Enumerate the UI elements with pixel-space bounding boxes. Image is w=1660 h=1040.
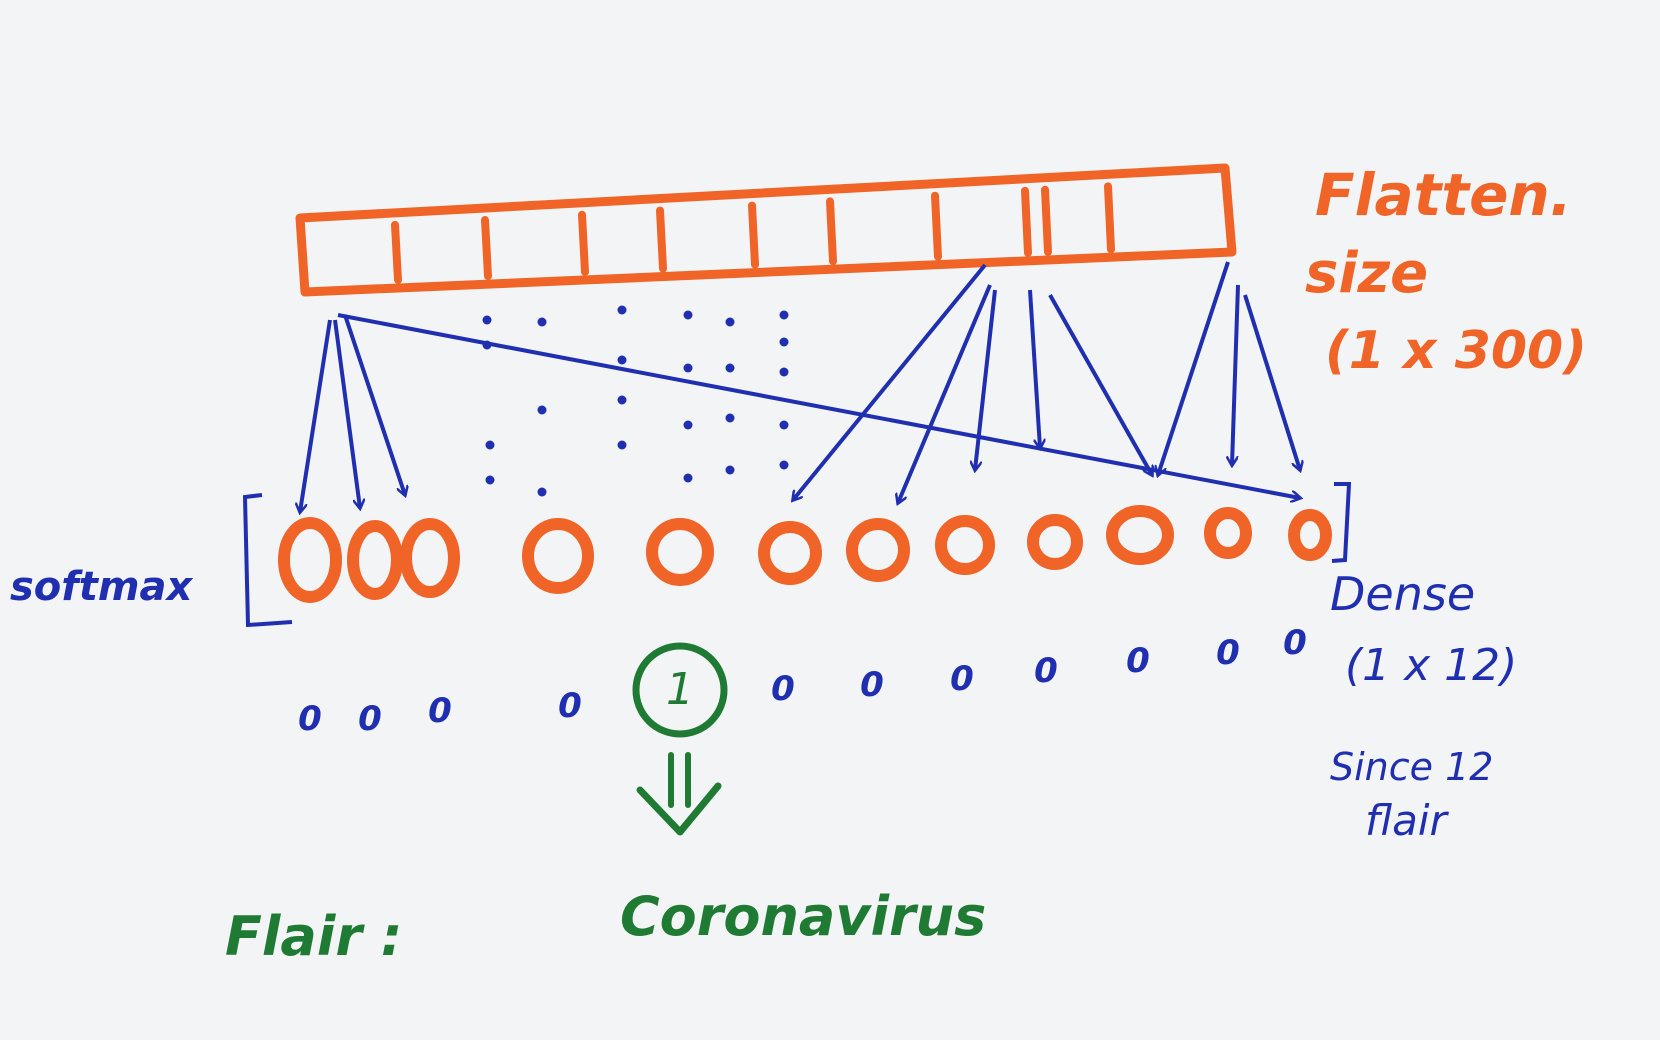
- dense-neuron: [646, 518, 714, 586]
- ellipsis-dot: [725, 363, 735, 373]
- ellipsis-dot: [779, 460, 789, 470]
- output-value: 0: [1126, 641, 1150, 681]
- ellipsis-dot: [617, 305, 627, 315]
- ellipsis-dot: [617, 395, 627, 405]
- output-value: 0: [950, 659, 974, 699]
- flatten-label-line1: Flatten.: [1315, 161, 1572, 229]
- flatten-cell-divider: [1104, 182, 1115, 254]
- connection-arrow: [1028, 289, 1040, 448]
- output-value: 0: [428, 691, 452, 731]
- connection-arrow: [1232, 284, 1240, 465]
- dense-connections: [300, 261, 1300, 512]
- dense-neuron: [522, 518, 594, 594]
- flatten-cell-divider: [826, 197, 837, 266]
- ellipsis-dot: [725, 413, 735, 423]
- ellipsis-dot: [779, 420, 789, 430]
- since-label-line1: Since 12: [1330, 745, 1493, 789]
- dense-neuron: [347, 520, 403, 600]
- output-value: 0: [1034, 651, 1058, 691]
- ellipsis-dot: [617, 440, 627, 450]
- ellipsis-dot: [779, 337, 789, 347]
- result-label: Coronavirus: [620, 885, 986, 948]
- dense-layer-diagram: 000010000000 Flatten. size (1 x 300) sof…: [10, 161, 1587, 968]
- flatten-cell-divider: [931, 191, 942, 261]
- since-label-line2: flair: [1365, 796, 1450, 845]
- dense-neuron: [846, 518, 910, 582]
- ellipsis-dot: [537, 487, 547, 497]
- flatten-cell-divider: [578, 210, 589, 276]
- output-vector: 000010000000: [298, 623, 1307, 739]
- ellipsis-dot: [683, 420, 693, 430]
- flatten-cell-divider: [748, 201, 759, 269]
- dense-label-line2: (1 x 12): [1345, 640, 1517, 691]
- ellipsis-dot: [482, 315, 492, 325]
- ellipsis-dot: [683, 473, 693, 483]
- flatten-cell-divider: [481, 216, 492, 281]
- output-value: 0: [298, 699, 322, 739]
- output-value: 0: [860, 665, 884, 705]
- output-value: 0: [1283, 623, 1307, 663]
- dense-neuron: [278, 517, 342, 603]
- dense-neuron: [1106, 505, 1174, 565]
- ellipsis-dot: [683, 310, 693, 320]
- connection-ellipsis-dots: [482, 305, 789, 497]
- connection-arrow: [300, 319, 332, 512]
- connection-arrow: [1158, 261, 1230, 475]
- dense-neuron: [758, 521, 822, 585]
- dense-neuron: [400, 518, 460, 598]
- ellipsis-dot: [537, 317, 547, 327]
- flatten-cell-divider: [1021, 186, 1032, 257]
- dense-neuron: [1204, 507, 1252, 559]
- flatten-label-line3: (1 x 300): [1325, 321, 1587, 381]
- flatten-cell-divider: [1041, 185, 1052, 256]
- flatten-bar-outline: [295, 163, 1237, 297]
- softmax-label: softmax: [10, 564, 193, 610]
- output-value: 0: [771, 669, 795, 709]
- output-value: 0: [358, 699, 382, 739]
- ellipsis-dot: [779, 310, 789, 320]
- dense-layer-neurons: [278, 505, 1332, 603]
- ellipsis-dot: [617, 355, 627, 365]
- dense-neuron: [1027, 514, 1083, 570]
- dense-neuron: [935, 515, 995, 575]
- flair-label: Flair :: [225, 905, 402, 968]
- softmax-bracket-right: [1331, 482, 1352, 563]
- ellipsis-dot: [683, 363, 693, 373]
- result-arrow-icon: [636, 752, 722, 836]
- output-value: 0: [558, 686, 582, 726]
- connection-arrow: [1048, 294, 1152, 475]
- diagram-canvas: 000010000000 Flatten. size (1 x 300) sof…: [0, 0, 1660, 1036]
- selected-output-value: 1: [666, 664, 694, 715]
- connection-arrow: [1243, 294, 1300, 470]
- dense-label-line1: Dense: [1330, 567, 1475, 621]
- ellipsis-dot: [537, 405, 547, 415]
- connection-arrow: [793, 263, 987, 500]
- ellipsis-dot: [485, 475, 495, 485]
- ellipsis-dot: [485, 440, 495, 450]
- output-value: 0: [1216, 633, 1240, 673]
- dense-neuron: [1288, 509, 1332, 561]
- flatten-cell-divider: [391, 220, 402, 284]
- flatten-cell-divider: [656, 206, 667, 273]
- ellipsis-dot: [725, 465, 735, 475]
- flatten-label-line2: size: [1305, 241, 1428, 306]
- flatten-layer: [295, 163, 1237, 297]
- ellipsis-dot: [779, 367, 789, 377]
- ellipsis-dot: [725, 317, 735, 327]
